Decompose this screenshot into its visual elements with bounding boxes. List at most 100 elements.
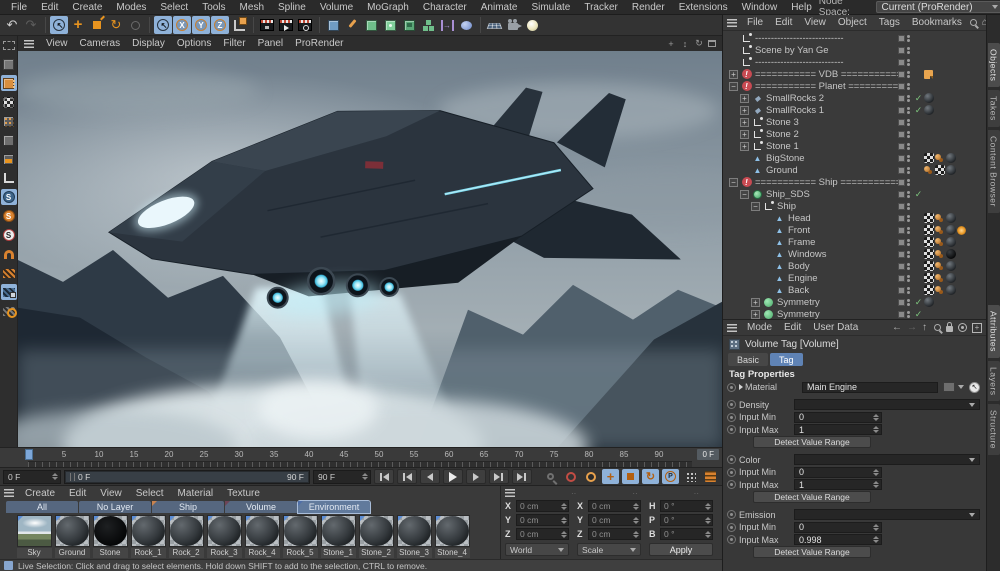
live-selection-button[interactable]: [50, 16, 68, 34]
polygons-mode-button[interactable]: [1, 151, 17, 167]
mat-dark-tag-icon[interactable]: [946, 225, 956, 235]
visibility-dots-icon[interactable]: [907, 298, 910, 306]
keyframe-selection-button[interactable]: [582, 469, 599, 484]
layer-box-icon[interactable]: [898, 238, 905, 246]
previous-key-button[interactable]: [397, 469, 417, 484]
spinner-arrows[interactable]: [873, 413, 879, 421]
visibility-dots-icon[interactable]: [907, 46, 910, 54]
material-item-rock-1[interactable]: Rock_1: [130, 515, 166, 559]
layer-box-icon[interactable]: [898, 130, 905, 138]
previous-frame-button[interactable]: [420, 469, 440, 484]
detect-value-range-button[interactable]: Detect Value Range: [753, 546, 871, 559]
material-item-rock-4[interactable]: Rock_4: [244, 515, 280, 559]
material-field[interactable]: Main Engine: [802, 381, 938, 393]
material-menu-edit[interactable]: Edit: [62, 488, 93, 499]
model-mode-button[interactable]: [0, 75, 17, 91]
attribute-menu-mode[interactable]: Mode: [741, 322, 778, 333]
layer-box-icon[interactable]: [898, 226, 905, 234]
material-thumbnail[interactable]: [206, 515, 242, 547]
hamburger-icon[interactable]: [727, 323, 737, 332]
material-thumbnail[interactable]: [16, 515, 52, 547]
tree-row-stone-3[interactable]: + Stone 3: [723, 116, 986, 128]
visibility-dots-icon[interactable]: [907, 58, 910, 66]
layer-box-icon[interactable]: [898, 214, 905, 222]
layer-box-icon[interactable]: [898, 190, 905, 198]
visibility-dots-icon[interactable]: [907, 178, 910, 186]
spinner-arrows[interactable]: [561, 516, 567, 524]
visibility-dots-icon[interactable]: [907, 310, 910, 318]
goto-end-button[interactable]: [512, 469, 532, 484]
autokeying-button[interactable]: [562, 469, 579, 484]
side-tab-layers[interactable]: Layers: [987, 360, 1000, 402]
add-light-button[interactable]: [523, 16, 541, 34]
animation-dot-icon[interactable]: [727, 535, 736, 545]
material-menu-texture[interactable]: Texture: [220, 488, 267, 499]
hamburger-icon[interactable]: [727, 18, 737, 27]
number-field[interactable]: 0: [794, 521, 882, 533]
tab-basic[interactable]: Basic: [728, 353, 769, 366]
mat-black-tag-icon[interactable]: [946, 249, 956, 259]
mat-dark-tag-icon[interactable]: [946, 261, 956, 271]
add-field-button[interactable]: [457, 16, 475, 34]
menubar-item-modes[interactable]: Modes: [109, 2, 153, 13]
add-spline-button[interactable]: [343, 16, 361, 34]
layer-box-icon[interactable]: [898, 34, 905, 42]
magnet-tool-button[interactable]: [1, 246, 17, 262]
side-tab-takes[interactable]: Takes: [987, 90, 1000, 128]
tab-tag[interactable]: Tag: [770, 353, 803, 366]
orbit-icon[interactable]: ↻: [694, 38, 704, 49]
phong-tag-icon[interactable]: [924, 165, 930, 172]
material-thumbnail[interactable]: [54, 515, 90, 547]
expand-toggle[interactable]: +: [740, 129, 749, 139]
selection-marquee-button[interactable]: [1, 37, 17, 53]
animation-dot-icon[interactable]: [727, 382, 736, 392]
layer-tab-all[interactable]: All: [6, 501, 78, 513]
coordinate-field[interactable]: 0 cm: [516, 514, 569, 526]
layer-box-icon[interactable]: [898, 46, 905, 54]
add-deformer-button[interactable]: [400, 16, 418, 34]
add-volume-button[interactable]: [381, 16, 399, 34]
mat-dark-tag-icon[interactable]: [946, 165, 956, 175]
tree-row-head[interactable]: Head: [723, 212, 986, 224]
animation-dot-icon[interactable]: [727, 425, 736, 435]
checker-tag-icon[interactable]: [935, 165, 945, 175]
lock-z-axis-button[interactable]: [211, 16, 229, 34]
spinner-arrows[interactable]: [633, 530, 639, 538]
menubar-item-tools[interactable]: Tools: [195, 2, 232, 13]
quantize-grid-button[interactable]: [1, 265, 17, 281]
tree-row-frame[interactable]: Frame: [723, 236, 986, 248]
checker-tag-icon[interactable]: [924, 153, 934, 163]
material-item-ground[interactable]: Ground: [54, 515, 90, 559]
expand-toggle[interactable]: +: [740, 105, 749, 115]
material-thumbnail[interactable]: [130, 515, 166, 547]
dropdown-field[interactable]: [794, 509, 980, 521]
pick-object-button[interactable]: [969, 381, 980, 393]
tree-row-scene-by-yan-ge[interactable]: Scene by Yan Ge: [723, 44, 986, 56]
expand-toggle[interactable]: +: [751, 309, 760, 319]
maximize-icon[interactable]: [708, 40, 716, 47]
tree-row-stone-1[interactable]: + Stone 1: [723, 140, 986, 152]
search-icon[interactable]: [934, 324, 941, 331]
menubar-item-create[interactable]: Create: [65, 2, 109, 13]
layer-box-icon[interactable]: [898, 142, 905, 150]
spinner-arrows[interactable]: [873, 468, 879, 476]
move-button[interactable]: [69, 16, 87, 34]
layer-box-icon[interactable]: [898, 298, 905, 306]
visibility-dots-icon[interactable]: [907, 166, 910, 174]
render-settings-button[interactable]: [296, 16, 314, 34]
layer-box-icon[interactable]: [898, 178, 905, 186]
redo-button[interactable]: [22, 16, 40, 34]
menubar-item-help[interactable]: Help: [784, 2, 819, 13]
menubar-item-render[interactable]: Render: [625, 2, 672, 13]
checker-tag-icon[interactable]: [924, 237, 934, 247]
layer-tab-environment[interactable]: Environment: [297, 500, 371, 514]
viewport-menu-panel[interactable]: Panel: [252, 38, 290, 49]
animation-dot-icon[interactable]: [727, 400, 736, 410]
tree-row-ship[interactable]: − Ship: [723, 200, 986, 212]
number-field[interactable]: 1: [794, 479, 882, 491]
last-tool-button[interactable]: [126, 16, 144, 34]
layer-box-icon[interactable]: [898, 58, 905, 66]
timeline-range-slider[interactable]: 0 F 90 F: [64, 469, 310, 484]
search-icon[interactable]: [969, 19, 977, 26]
current-frame-field[interactable]: 0 F: [3, 469, 61, 484]
